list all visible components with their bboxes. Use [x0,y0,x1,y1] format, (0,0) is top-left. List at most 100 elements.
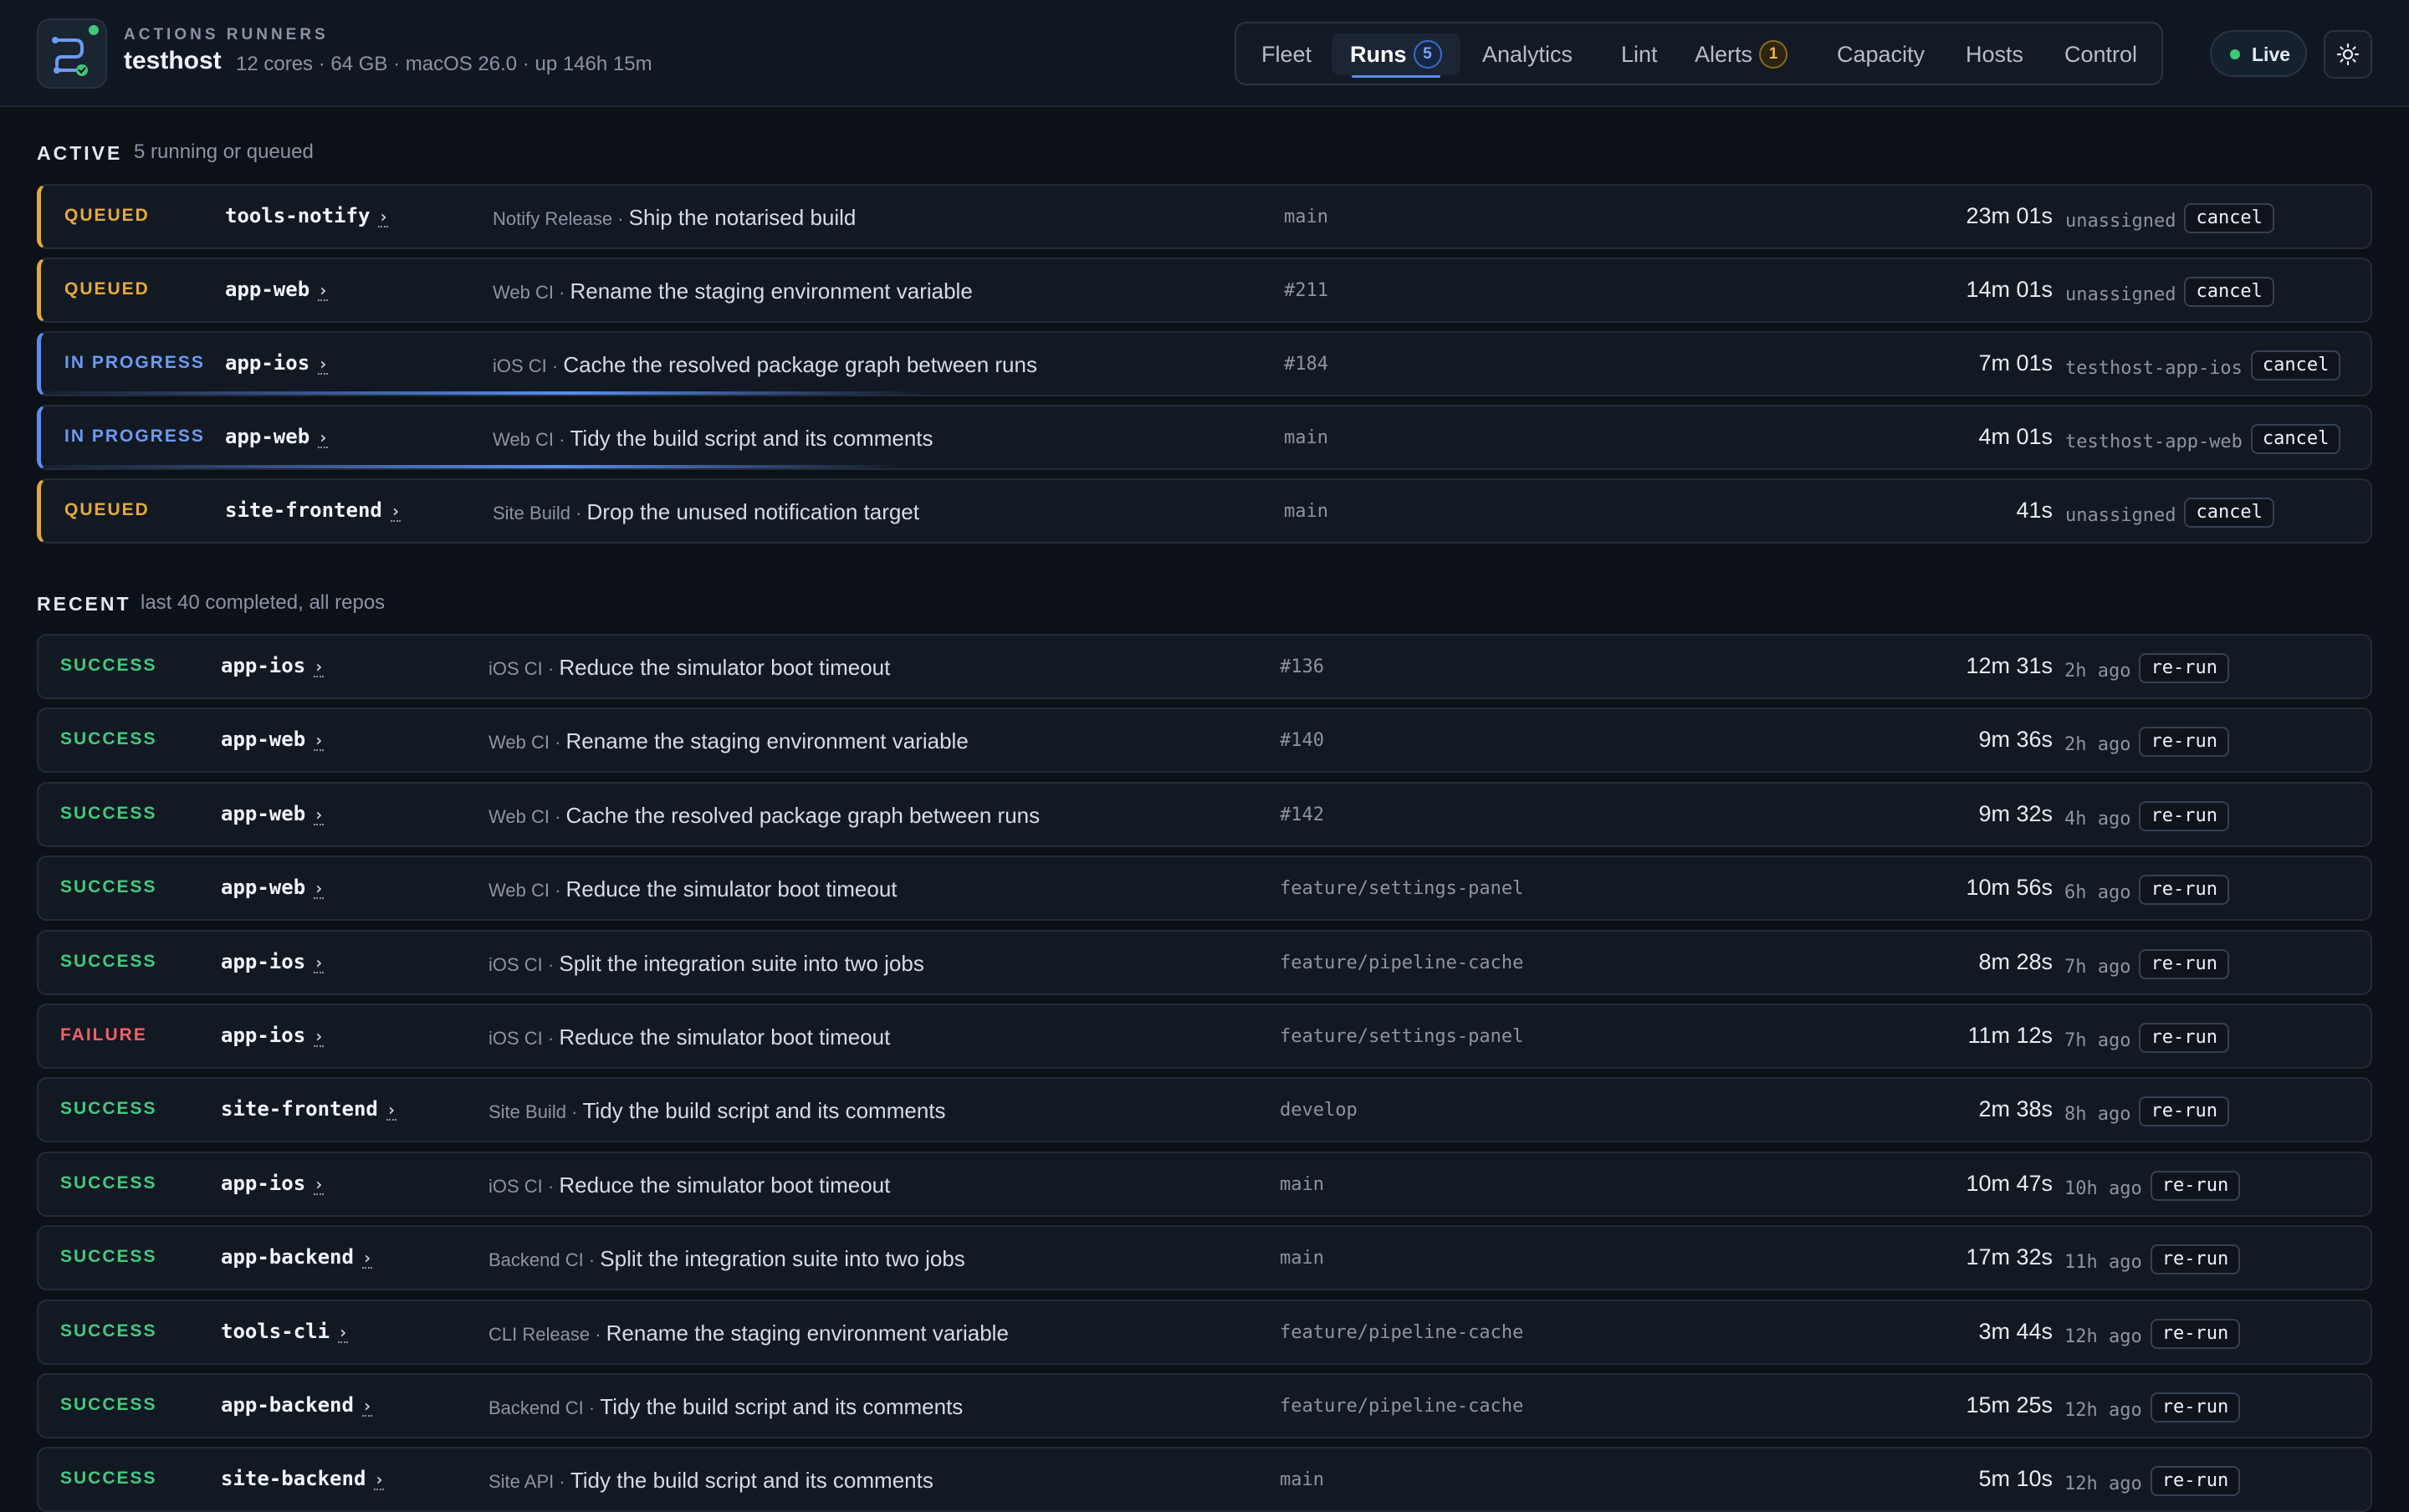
run-duration: 15m 25s [1966,1392,2053,1418]
re-run-button[interactable]: re-run [2139,1023,2229,1053]
meta-text: 8h ago [2064,1104,2131,1126]
run-duration: 7m 01s [1978,350,2053,375]
chevron-right-icon: › [314,1026,325,1047]
recent-run-row[interactable]: SUCCESS site-backend › Site API · Tidy the … [37,1447,2372,1512]
repo-name: app-web [225,425,310,448]
repo-link[interactable]: app-web › [225,278,329,301]
re-run-button[interactable]: re-run [2139,653,2229,683]
alerts-count-badge: 1 [1759,39,1788,69]
cancel-button[interactable]: cancel [2184,203,2274,233]
tab-lint[interactable]: Lint [1611,33,1668,75]
repo-link[interactable]: tools-cli › [221,1320,349,1343]
repo-link[interactable]: app-ios › [221,950,325,973]
active-run-row[interactable]: IN PROGRESS app-web › Web CI · Tidy the bui… [37,405,2372,470]
repo-link[interactable]: app-web › [221,728,325,752]
run-duration: 2m 38s [1978,1096,2053,1122]
run-duration: 12m 31s [1966,653,2053,678]
finished-ago: 6h ago re-run [2064,875,2229,908]
active-section-subtitle: 5 running or queued [134,140,314,163]
runs-count-badge: 5 [1413,39,1442,69]
meta-text: 6h ago [2064,882,2131,904]
recent-run-row[interactable]: SUCCESS app-web › Web CI · Cache the resolv… [37,781,2372,847]
meta-text: 10h ago [2064,1177,2142,1199]
recent-run-row[interactable]: SUCCESS tools-cli › CLI Release · Rename th… [37,1299,2372,1365]
recent-run-row[interactable]: FAILURE app-ios › iOS CI · Reduce the simul… [37,1004,2372,1069]
recent-run-row[interactable]: SUCCESS app-ios › iOS CI · Reduce the simul… [37,1151,2372,1217]
re-run-button[interactable]: re-run [2139,800,2229,831]
host-meta: 12 cores · 64 GB · macOS 26.0 · up 146h … [236,53,652,75]
cancel-button[interactable]: cancel [2184,498,2274,528]
run-description: Site API · Tidy the build script and its… [488,1468,933,1494]
active-run-row[interactable]: QUEUED site-frontend › Site Build · Drop th… [37,478,2372,544]
meta-text: testhost-app-web [2065,432,2243,452]
run-duration: 11m 12s [1967,1023,2053,1048]
runner-name: unassigned cancel [2065,498,2274,531]
re-run-button[interactable]: re-run [2150,1318,2241,1349]
tab-capacity[interactable]: Capacity [1827,33,1935,75]
chevron-right-icon: › [390,501,401,522]
git-ref: develop [1280,1100,1358,1121]
run-description: Backend CI · Split the integration suite… [488,1246,965,1272]
re-run-button[interactable]: re-run [2139,727,2229,758]
tab-runs[interactable]: Runs 5 [1332,33,1460,78]
re-run-button[interactable]: re-run [2139,875,2229,906]
run-duration: 5m 10s [1978,1466,2053,1492]
repo-link[interactable]: app-ios › [221,1172,325,1195]
workflow-name: iOS CI [488,658,543,679]
cancel-button[interactable]: cancel [2184,277,2274,307]
active-run-row[interactable]: QUEUED app-web › Web CI · Rename the stagin… [37,258,2372,323]
runner-name: unassigned cancel [2065,277,2274,310]
repo-link[interactable]: site-frontend › [221,1097,396,1121]
repo-link[interactable]: app-backend › [221,1245,372,1269]
recent-run-row[interactable]: SUCCESS app-web › Web CI · Reduce the simul… [37,856,2372,922]
repo-link[interactable]: app-ios › [221,654,325,677]
chevron-right-icon: › [314,804,325,825]
tab-analytics[interactable]: Analytics [1472,33,1583,75]
workflow-name: Web CI [488,880,550,902]
active-run-row[interactable]: IN PROGRESS app-ios › iOS CI · Cache the re… [37,331,2372,396]
recent-run-row[interactable]: SUCCESS app-backend › Backend CI · Split th… [37,1225,2372,1291]
recent-run-row[interactable]: SUCCESS site-frontend › Site Build · Tidy t… [37,1077,2372,1143]
recent-run-row[interactable]: SUCCESS app-ios › iOS CI · Split the integr… [37,929,2372,995]
git-ref: main [1280,1248,1324,1269]
recent-run-row[interactable]: SUCCESS app-ios › iOS CI · Reduce the simul… [37,634,2372,699]
tab-control[interactable]: Control [2054,33,2147,75]
tab-fleet[interactable]: Fleet [1251,33,1322,75]
re-run-button[interactable]: re-run [2139,948,2229,979]
cancel-button[interactable]: cancel [2250,350,2341,381]
run-description: Site Build · Drop the unused notificatio… [493,499,919,524]
sun-icon [2336,43,2360,66]
repo-link[interactable]: app-web › [221,876,325,900]
re-run-button[interactable]: re-run [2150,1170,2241,1201]
repo-link[interactable]: tools-notify › [225,204,389,227]
recent-section-subtitle: last 40 completed, all repos [141,591,386,614]
repo-link[interactable]: site-frontend › [225,498,401,522]
repo-link[interactable]: app-web › [221,802,325,825]
repo-link[interactable]: app-web › [225,425,329,448]
re-run-button[interactable]: re-run [2150,1392,2241,1423]
recent-run-row[interactable]: SUCCESS app-web › Web CI · Rename the stagi… [37,707,2372,774]
active-run-row[interactable]: QUEUED tools-notify › Notify Release · Ship… [37,184,2372,249]
re-run-button[interactable]: re-run [2150,1466,2241,1497]
re-run-button[interactable]: re-run [2139,1096,2229,1127]
repo-link[interactable]: app-ios › [221,1024,325,1047]
repo-link[interactable]: site-backend › [221,1467,385,1491]
live-label: Live [2252,43,2291,65]
run-status: IN PROGRESS [64,427,205,446]
active-section-title: ACTIVE [37,142,123,164]
re-run-button[interactable]: re-run [2150,1244,2241,1275]
repo-link[interactable]: app-backend › [221,1393,372,1417]
workflow-name: iOS CI [488,953,543,975]
live-toggle[interactable]: Live [2210,30,2307,77]
workflow-name: Site Build [493,503,570,524]
run-status: SUCCESS [60,1099,157,1119]
tab-hosts[interactable]: Hosts [1956,33,2033,75]
chevron-right-icon: › [318,354,329,375]
run-description: iOS CI · Reduce the simulator boot timeo… [488,1024,891,1050]
cancel-button[interactable]: cancel [2250,424,2341,454]
theme-toggle-button[interactable] [2324,30,2372,79]
run-status: SUCCESS [60,729,157,749]
tab-alerts[interactable]: Alerts 1 [1685,33,1798,75]
recent-run-row[interactable]: SUCCESS app-backend › Backend CI · Tidy the… [37,1373,2372,1438]
repo-link[interactable]: app-ios › [225,351,329,375]
